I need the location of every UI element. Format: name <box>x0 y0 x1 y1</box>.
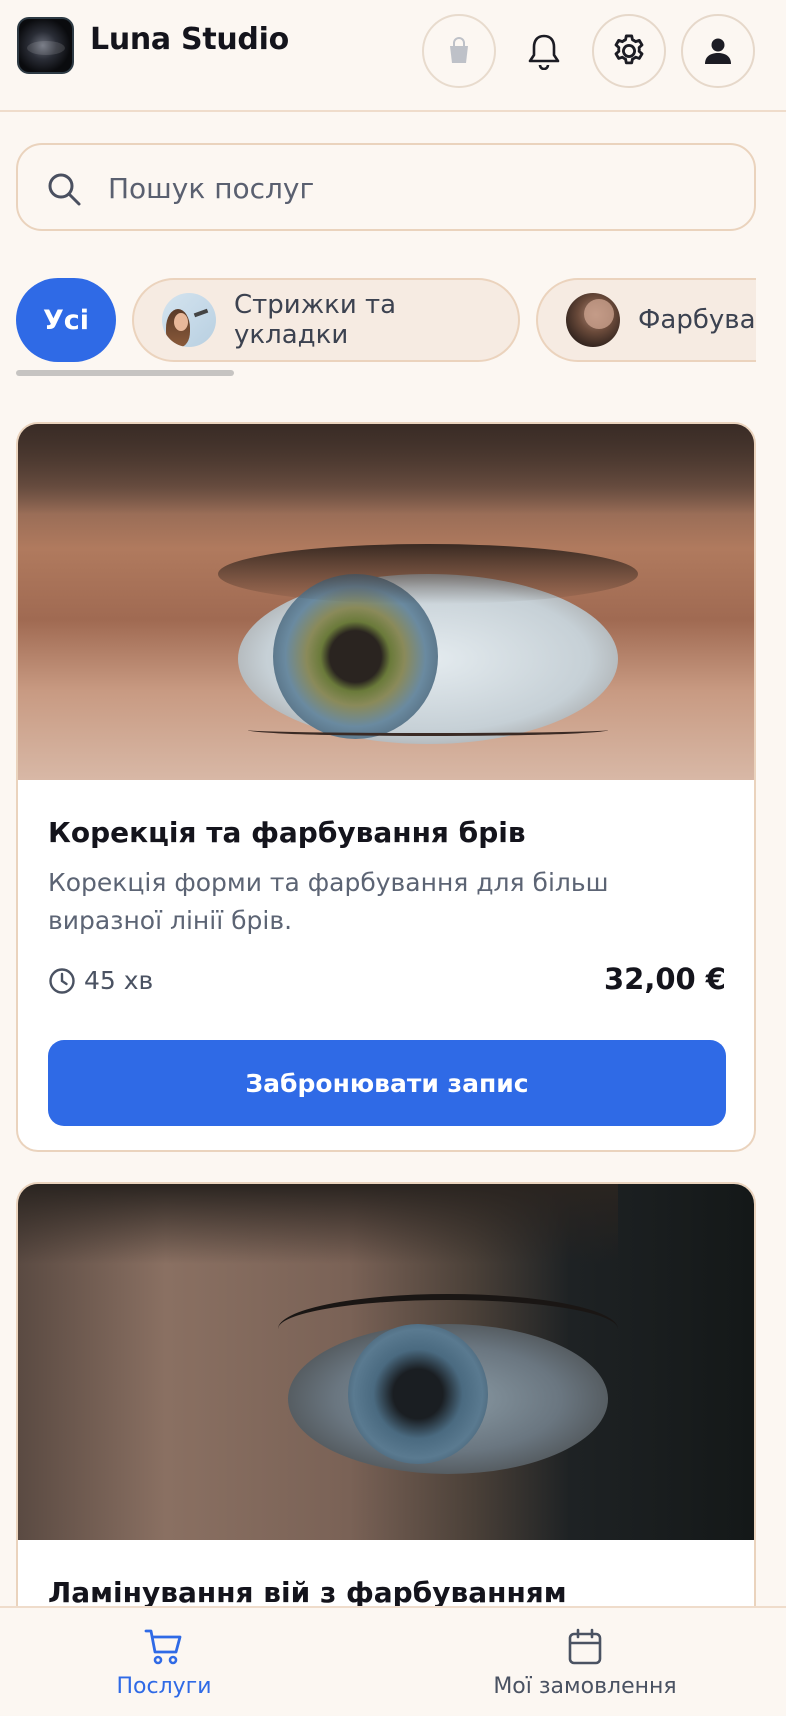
category-avatar <box>162 293 216 347</box>
service-image <box>18 424 754 780</box>
service-title: Ламінування вій з фарбуванням <box>48 1576 567 1609</box>
chips-scroll-indicator <box>16 370 234 376</box>
service-description: Корекція форми та фарбування для більш в… <box>48 868 609 935</box>
cart-icon <box>144 1629 182 1664</box>
category-chip-coloring[interactable]: Фарбуван <box>536 278 756 362</box>
bottom-navigation: Послуги Мої замовлення <box>0 1606 786 1716</box>
service-duration-value: 45 хв <box>84 966 154 995</box>
profile-button[interactable] <box>681 14 755 88</box>
nav-my-orders[interactable]: Мої замовлення <box>460 1608 710 1716</box>
nav-services-label: Послуги <box>116 1673 212 1699</box>
shopping-bag-icon <box>450 37 468 63</box>
category-chip-label: Фарбуван <box>638 305 756 335</box>
notifications-button[interactable] <box>507 14 581 88</box>
service-title: Корекція та фарбування брів <box>48 816 526 849</box>
category-chip-label: Усі <box>42 304 90 336</box>
search-bar[interactable] <box>16 143 756 231</box>
calendar-icon <box>568 1628 602 1664</box>
settings-button[interactable] <box>592 14 666 88</box>
category-chip-label: Стрижки та укладки <box>234 290 397 350</box>
app-title: Luna Studio <box>90 22 289 57</box>
book-appointment-button[interactable]: Забронювати запис <box>48 1040 726 1126</box>
category-chips: Усі Стрижки та укладки Фарбуван <box>16 278 756 362</box>
service-duration: 45 хв <box>48 966 153 995</box>
service-price: 32,00 € <box>603 962 726 996</box>
search-input[interactable] <box>108 165 728 211</box>
gear-icon <box>614 34 644 65</box>
nav-services[interactable]: Послуги <box>84 1608 244 1716</box>
app-header: Luna Studio <box>0 0 786 112</box>
clock-icon <box>49 967 75 994</box>
app-logo <box>17 17 74 74</box>
category-chip-all[interactable]: Усі <box>16 278 116 362</box>
nav-my-orders-label: Мої замовлення <box>493 1673 677 1699</box>
service-image <box>18 1184 754 1540</box>
search-icon <box>48 173 81 206</box>
service-card: Корекція та фарбування брів Корекція фор… <box>16 422 756 1152</box>
cart-button[interactable] <box>422 14 496 88</box>
category-chip-haircuts[interactable]: Стрижки та укладки <box>132 278 520 362</box>
category-avatar <box>566 293 620 347</box>
bell-icon <box>528 34 560 70</box>
user-icon <box>705 38 731 64</box>
